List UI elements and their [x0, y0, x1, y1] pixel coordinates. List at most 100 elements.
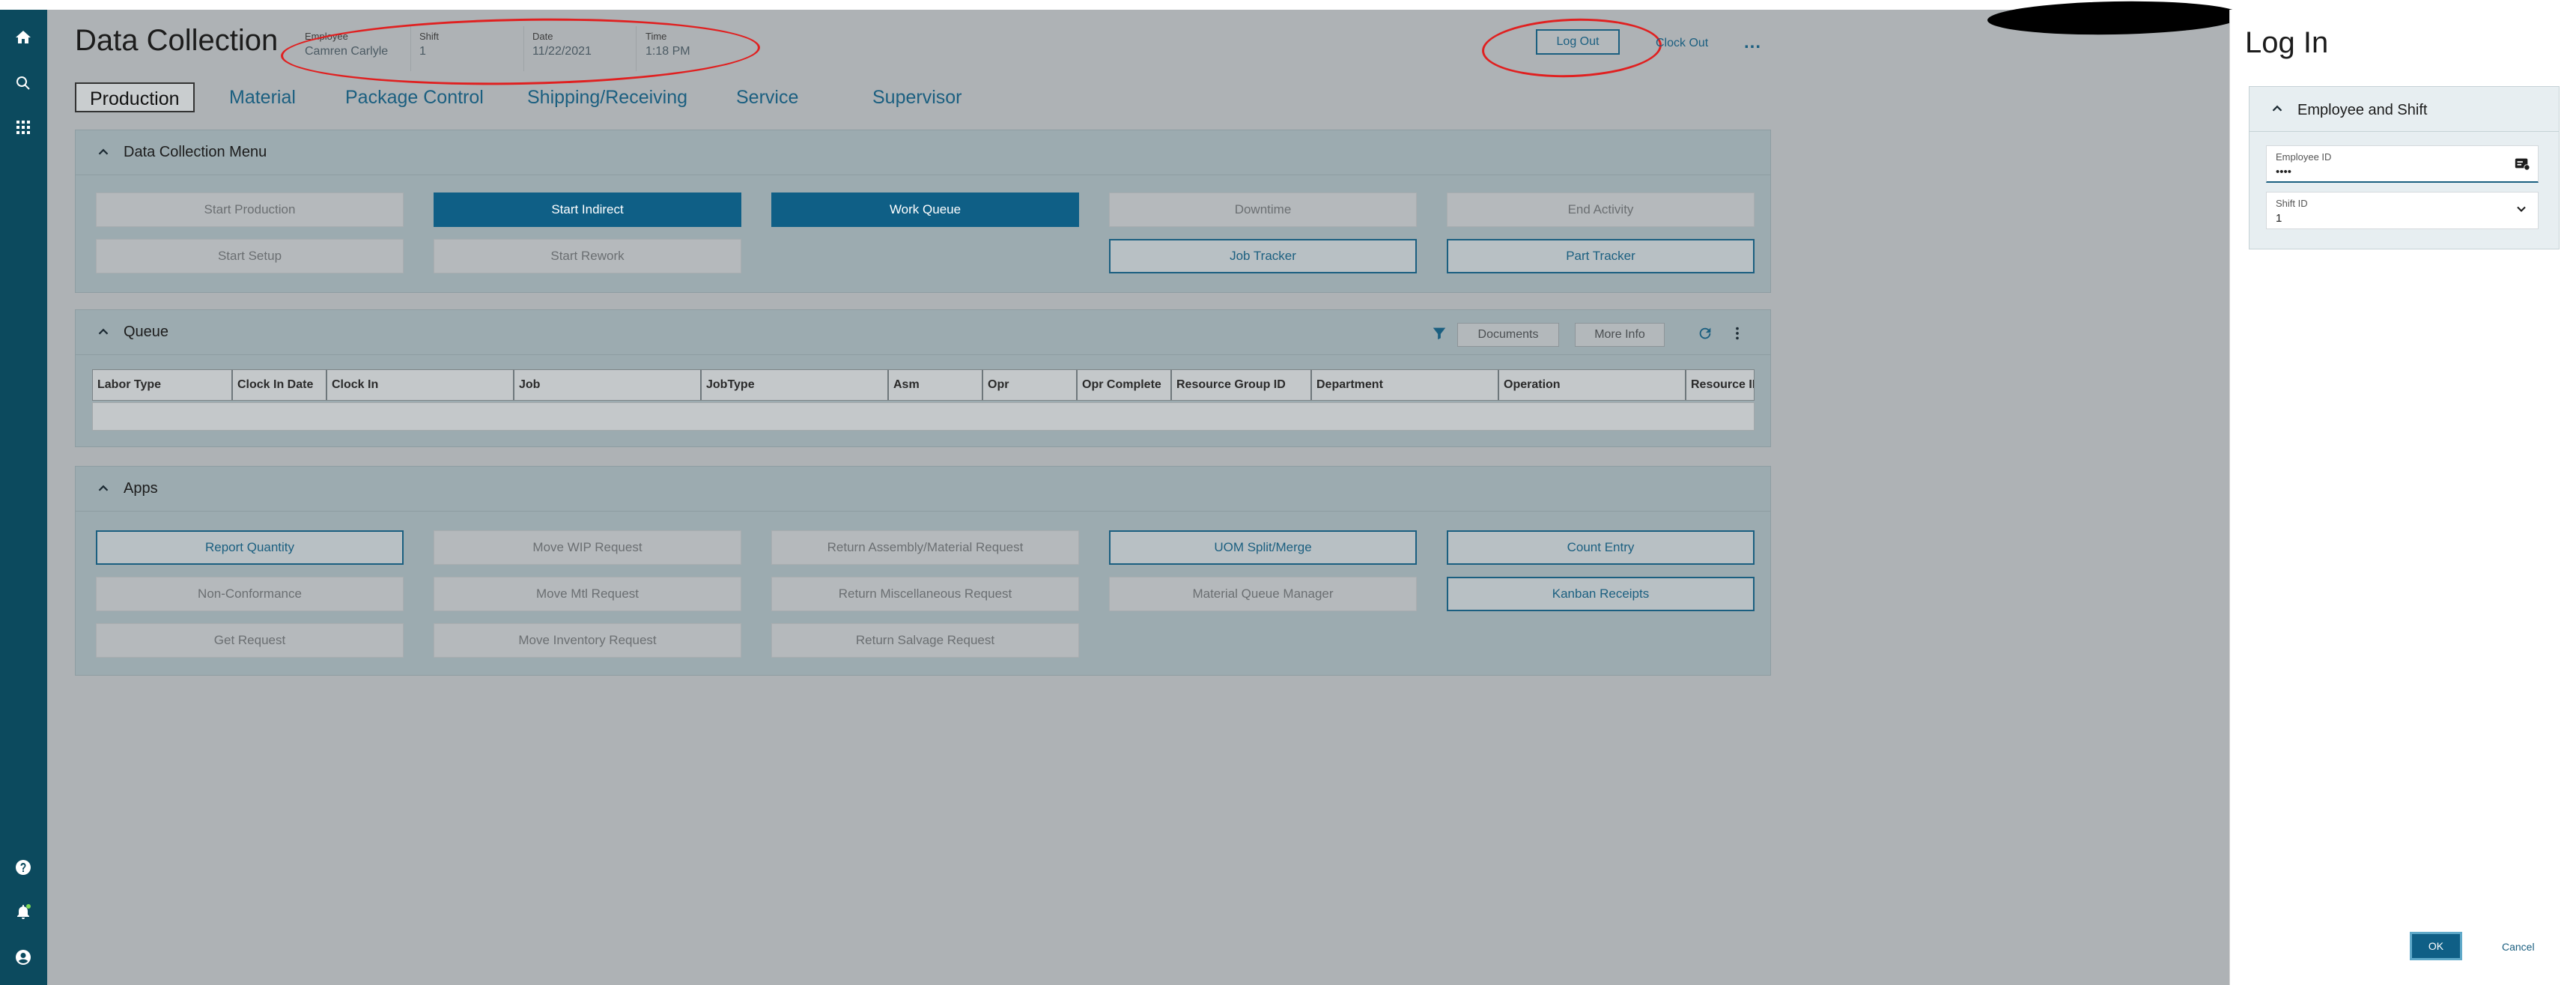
column-header[interactable]: Operation — [1498, 370, 1685, 400]
report-quantity-button[interactable]: Report Quantity — [96, 530, 404, 565]
panel-header: Data Collection Menu — [76, 130, 1770, 175]
employee-id-label: Employee ID — [2276, 151, 2332, 163]
panel-title: Employee and Shift — [2297, 102, 2428, 118]
chevron-up-icon[interactable] — [95, 480, 112, 497]
login-side-panel: Log In Employee and Shift Employee ID ••… — [2229, 10, 2576, 985]
panel-header: Apps — [76, 467, 1770, 512]
column-header[interactable]: Labor Type — [93, 370, 231, 400]
documents-button[interactable]: Documents — [1457, 323, 1559, 347]
shift-id-value: 1 — [2276, 212, 2282, 225]
employee-value: Camren Carlyle — [305, 45, 389, 58]
column-header[interactable]: Department — [1310, 370, 1498, 400]
apps-grid-icon[interactable] — [9, 113, 37, 142]
column-header[interactable]: Resource Group ID — [1170, 370, 1310, 400]
employee-info: Employee Camren Carlyle — [305, 31, 388, 58]
tab-service[interactable]: Service — [736, 82, 798, 112]
queue-grid-header: Labor Type Clock In Date Clock In Job Jo… — [92, 369, 1755, 401]
move-inventory-request-button[interactable]: Move Inventory Request — [434, 623, 741, 658]
id-card-icon[interactable] — [2514, 155, 2532, 173]
chevron-up-icon[interactable] — [95, 144, 112, 160]
column-header[interactable]: Job — [513, 370, 700, 400]
column-header[interactable]: Asm — [887, 370, 982, 400]
main-content: Data Collection Employee Camren Carlyle … — [47, 10, 2229, 985]
ok-button[interactable]: OK — [2410, 932, 2462, 960]
get-request-button[interactable]: Get Request — [96, 623, 404, 658]
shift-id-select[interactable]: Shift ID 1 — [2266, 192, 2539, 229]
column-header[interactable]: Clock In Date — [231, 370, 326, 400]
date-value: 11/22/2021 — [532, 45, 592, 58]
return-assembly-material-request-button[interactable]: Return Assembly/Material Request — [771, 530, 1079, 565]
data-collection-menu-panel: Data Collection Menu Start Production St… — [75, 130, 1771, 293]
tab-shipping-receiving[interactable]: Shipping/Receiving — [527, 82, 687, 112]
material-queue-manager-button[interactable]: Material Queue Manager — [1109, 577, 1417, 611]
more-options-icon[interactable]: ... — [1744, 32, 1761, 53]
help-icon[interactable] — [9, 853, 37, 882]
column-header[interactable]: Opr Complete — [1076, 370, 1170, 400]
part-tracker-button[interactable]: Part Tracker — [1447, 239, 1755, 273]
column-header[interactable]: Clock In — [326, 370, 513, 400]
return-miscellaneous-request-button[interactable]: Return Miscellaneous Request — [771, 577, 1079, 611]
chevron-up-icon[interactable] — [2269, 100, 2285, 117]
employee-id-field[interactable]: Employee ID •••• — [2266, 145, 2539, 183]
table-row[interactable] — [92, 402, 1755, 431]
clock-out-link[interactable]: Clock Out — [1656, 37, 1708, 50]
apps-panel: Apps Report Quantity Move WIP Request Re… — [75, 466, 1771, 676]
work-queue-button[interactable]: Work Queue — [771, 193, 1079, 227]
filter-icon[interactable] — [1431, 325, 1449, 343]
info-divider — [523, 26, 524, 71]
search-icon[interactable] — [9, 69, 37, 97]
employee-label: Employee — [305, 31, 348, 42]
time-value: 1:18 PM — [645, 45, 690, 58]
start-production-button[interactable]: Start Production — [96, 193, 404, 227]
kanban-receipts-button[interactable]: Kanban Receipts — [1447, 577, 1755, 611]
end-activity-button[interactable]: End Activity — [1447, 193, 1755, 227]
panel-header: Queue Documents More Info — [76, 310, 1770, 355]
column-header[interactable]: Opr — [982, 370, 1076, 400]
login-title: Log In — [2245, 26, 2329, 59]
employee-id-value: •••• — [2276, 166, 2292, 178]
more-info-button[interactable]: More Info — [1575, 323, 1665, 347]
non-conformance-button[interactable]: Non-Conformance — [96, 577, 404, 611]
kebab-menu-icon[interactable] — [1729, 325, 1747, 343]
notifications-icon[interactable] — [9, 897, 37, 926]
tab-supervisor[interactable]: Supervisor — [872, 82, 962, 112]
queue-panel: Queue Documents More Info Labor Type Clo… — [75, 309, 1771, 447]
start-setup-button[interactable]: Start Setup — [96, 239, 404, 273]
column-header[interactable]: JobType — [700, 370, 887, 400]
downtime-button[interactable]: Downtime — [1109, 193, 1417, 227]
start-rework-button[interactable]: Start Rework — [434, 239, 741, 273]
chevron-down-icon[interactable] — [2514, 201, 2532, 219]
date-info: Date 11/22/2021 — [532, 31, 592, 58]
return-salvage-request-button[interactable]: Return Salvage Request — [771, 623, 1079, 658]
panel-header: Employee and Shift — [2250, 87, 2559, 132]
tab-package-control[interactable]: Package Control — [345, 82, 484, 112]
job-tracker-button[interactable]: Job Tracker — [1109, 239, 1417, 273]
date-label: Date — [532, 31, 553, 42]
column-header[interactable]: Resource ID — [1685, 370, 1754, 400]
panel-title: Data Collection Menu — [124, 144, 267, 160]
tab-material[interactable]: Material — [229, 82, 296, 112]
logout-button[interactable]: Log Out — [1536, 29, 1620, 55]
shift-label: Shift — [419, 31, 440, 42]
page-title: Data Collection — [75, 24, 279, 57]
move-mtl-request-button[interactable]: Move Mtl Request — [434, 577, 741, 611]
shift-info: Shift 1 — [419, 31, 439, 58]
home-icon[interactable] — [9, 23, 37, 52]
left-nav — [0, 10, 47, 985]
cancel-link[interactable]: Cancel — [2502, 941, 2535, 953]
move-wip-request-button[interactable]: Move WIP Request — [434, 530, 741, 565]
info-divider — [636, 26, 637, 71]
shift-value: 1 — [419, 45, 426, 58]
start-indirect-button[interactable]: Start Indirect — [434, 193, 741, 227]
time-info: Time 1:18 PM — [645, 31, 690, 58]
refresh-icon[interactable] — [1697, 325, 1715, 343]
panel-title: Queue — [124, 324, 169, 340]
tab-production[interactable]: Production — [75, 82, 195, 112]
shift-id-label: Shift ID — [2276, 198, 2308, 209]
employee-shift-panel: Employee and Shift Employee ID •••• Shif… — [2249, 86, 2560, 249]
user-icon[interactable] — [9, 943, 37, 972]
chevron-up-icon[interactable] — [95, 324, 112, 340]
uom-split-merge-button[interactable]: UOM Split/Merge — [1109, 530, 1417, 565]
time-label: Time — [645, 31, 667, 42]
count-entry-button[interactable]: Count Entry — [1447, 530, 1755, 565]
